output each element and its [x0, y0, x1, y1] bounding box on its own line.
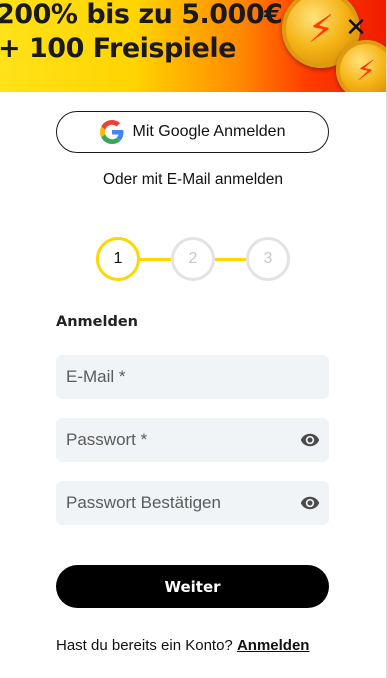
eye-icon[interactable]: [299, 430, 321, 450]
password-field-container: [56, 418, 329, 462]
continue-button[interactable]: Weiter: [56, 565, 329, 608]
confirm-password-field[interactable]: [56, 481, 329, 525]
password-field[interactable]: [56, 418, 329, 462]
login-link[interactable]: Anmelden: [237, 637, 310, 654]
confirm-password-field-container: [56, 481, 329, 525]
promo-headline: 200% bis zu 5.000€: [0, 0, 283, 30]
email-field[interactable]: [56, 355, 329, 399]
step-2: 2: [171, 237, 215, 281]
email-field-container: [56, 355, 329, 399]
login-prompt-text: Hast du bereits ein Konto?: [56, 637, 233, 654]
login-prompt: Hast du bereits ein Konto? Anmelden: [56, 637, 346, 654]
step-connector: [140, 258, 171, 261]
promo-subline: + 100 Freispiele: [0, 33, 236, 64]
step-1: 1: [96, 237, 140, 281]
eye-icon[interactable]: [299, 493, 321, 513]
form-title: Anmelden: [56, 314, 138, 330]
promo-banner: 200% bis zu 5.000€ + 100 Freispiele ⚡ ⚡ …: [0, 0, 386, 92]
google-signin-button[interactable]: Mit Google Anmelden: [56, 111, 329, 153]
close-icon[interactable]: ✕: [342, 14, 370, 42]
step-3: 3: [246, 237, 290, 281]
google-logo-icon: [99, 120, 123, 144]
step-connector: [215, 258, 247, 261]
email-signin-divider-text: Oder mit E-Mail anmelden: [102, 171, 284, 188]
google-signin-label: Mit Google Anmelden: [132, 123, 286, 140]
registration-modal: 200% bis zu 5.000€ + 100 Freispiele ⚡ ⚡ …: [0, 0, 386, 678]
